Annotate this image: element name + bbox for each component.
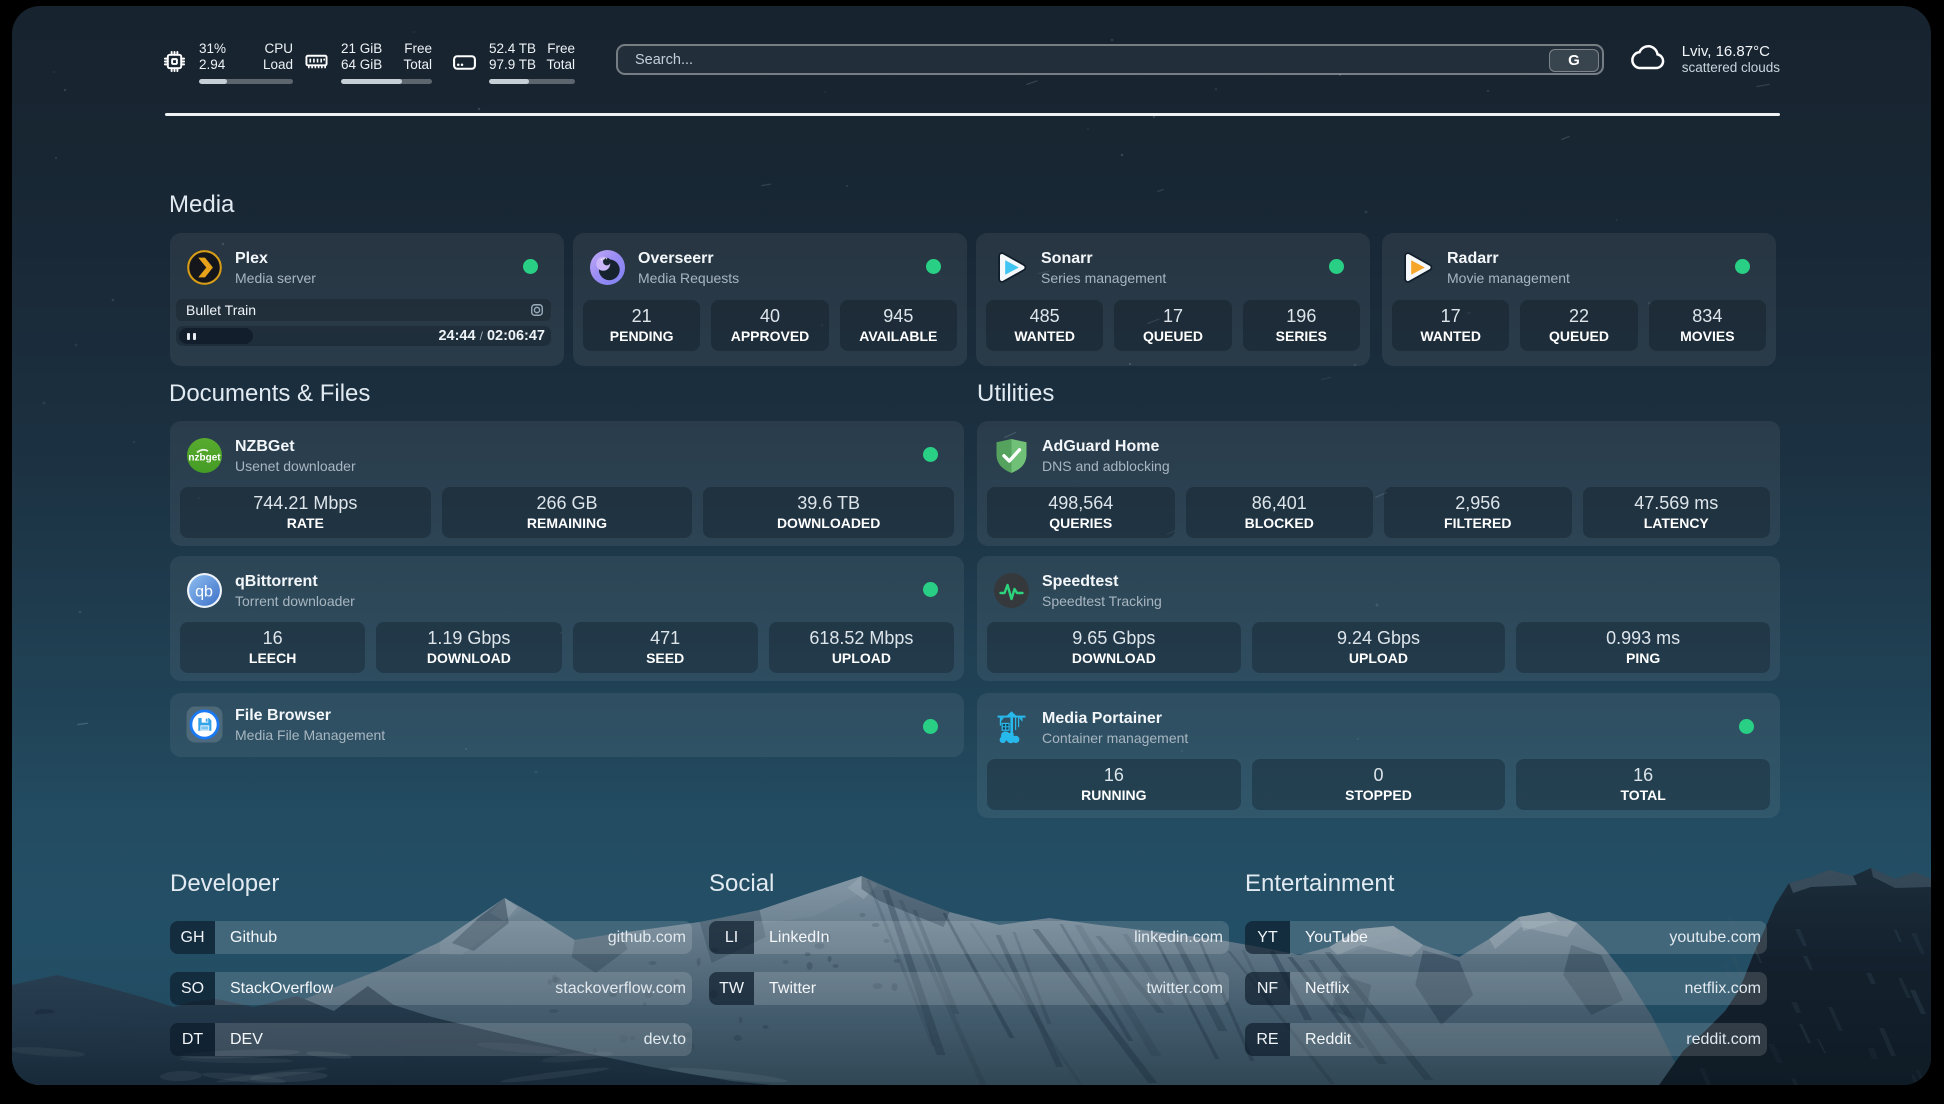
svg-text:nzbget: nzbget xyxy=(188,453,221,464)
svg-text:qb: qb xyxy=(195,584,213,601)
